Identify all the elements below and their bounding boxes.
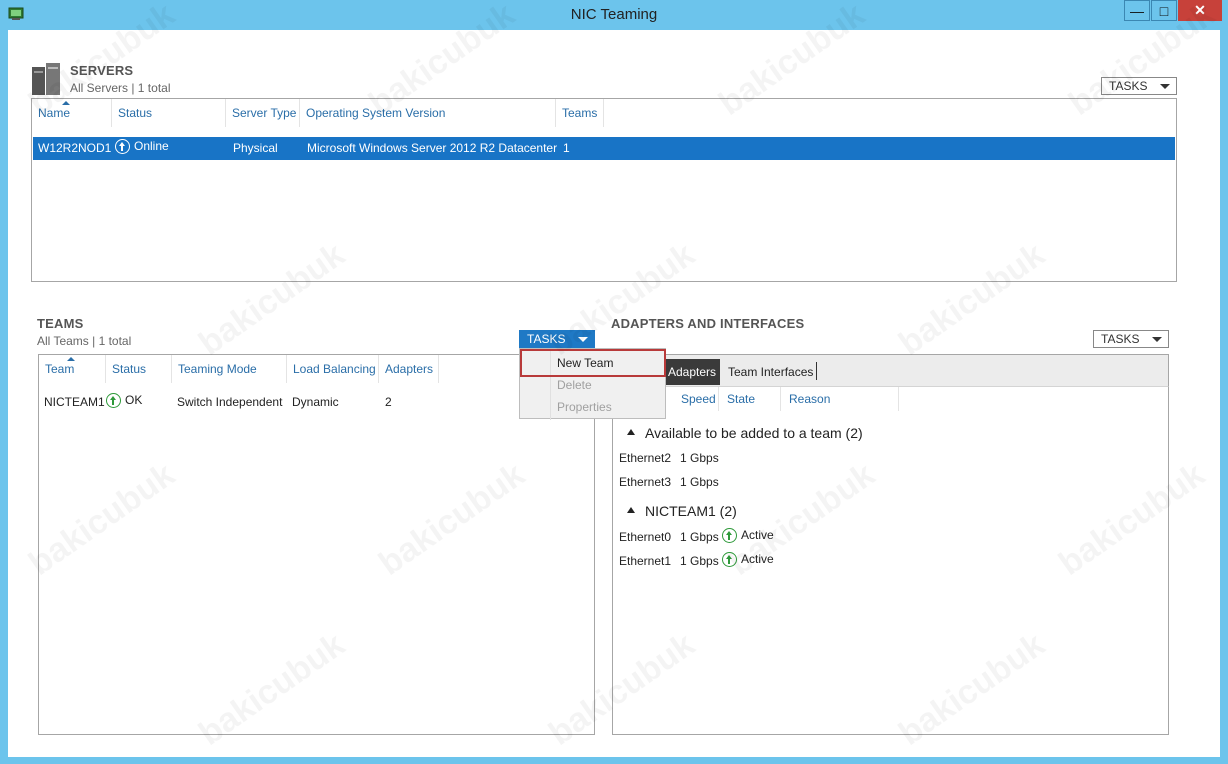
- server-status: Online: [115, 139, 169, 155]
- active-status-icon: [722, 528, 737, 544]
- adapter-state: Active: [722, 528, 774, 544]
- adapter-state: Active: [722, 552, 774, 568]
- teams-col-adapters[interactable]: Adapters: [379, 355, 439, 383]
- teams-col-teaming-mode[interactable]: Teaming Mode: [172, 355, 287, 383]
- adapters-tabstrip: Adapters Team Interfaces: [613, 354, 1169, 386]
- servers-col-status[interactable]: Status: [112, 99, 226, 127]
- teams-col-load-balancing[interactable]: Load Balancing: [287, 355, 379, 383]
- online-status-icon: [115, 139, 130, 155]
- team-status: OK: [106, 393, 142, 409]
- chevron-down-icon: [1152, 337, 1162, 342]
- teams-tasks-button[interactable]: TASKS: [519, 330, 595, 348]
- team-balancing: Dynamic: [292, 395, 339, 409]
- servers-tasks-label: TASKS: [1109, 79, 1148, 93]
- team-mode: Switch Independent: [177, 395, 283, 409]
- adapters-tasks-button[interactable]: TASKS: [1093, 330, 1169, 348]
- ok-status-icon: [106, 393, 121, 409]
- menu-item-properties[interactable]: Properties: [557, 400, 612, 414]
- teams-col-team[interactable]: Team: [39, 355, 106, 383]
- teams-tasks-menu: New Team Delete Properties: [519, 348, 666, 420]
- teams-col-status[interactable]: Status: [106, 355, 172, 383]
- teams-subtitle: All Teams | 1 total: [37, 334, 132, 348]
- adapters-col-reason[interactable]: Reason: [783, 387, 899, 411]
- group-header-available[interactable]: Available to be added to a team (2): [627, 425, 863, 441]
- servers-col-server-type[interactable]: Server Type: [226, 99, 300, 127]
- servers-table: Name Status Server Type Operating System…: [31, 98, 1177, 282]
- server-teams: 1: [563, 141, 570, 155]
- server-name: W12R2NOD1: [38, 141, 112, 155]
- sort-ascending-icon: [67, 357, 75, 361]
- adapters-table: Speed State Reason Available to be added…: [612, 386, 1169, 735]
- adapter-speed: 1 Gbps: [680, 530, 719, 544]
- servers-col-name[interactable]: Name: [32, 99, 112, 127]
- adapters-col-speed[interactable]: Speed: [675, 387, 719, 411]
- servers-col-teams[interactable]: Teams: [556, 99, 604, 127]
- servers-icon: [32, 63, 60, 95]
- servers-tasks-button[interactable]: TASKS: [1101, 77, 1177, 95]
- adapter-speed: 1 Gbps: [680, 475, 719, 489]
- servers-subtitle: All Servers | 1 total: [70, 81, 171, 95]
- adapter-name[interactable]: Ethernet1: [619, 554, 671, 568]
- teams-title: TEAMS: [37, 316, 84, 331]
- close-button[interactable]: ✕: [1178, 0, 1222, 21]
- group-header-nicteam1[interactable]: NICTEAM1 (2): [627, 503, 737, 519]
- adapters-tasks-label: TASKS: [1101, 332, 1140, 346]
- collapse-triangle-icon: [627, 507, 635, 514]
- servers-col-os[interactable]: Operating System Version: [300, 99, 556, 127]
- window-title: NIC Teaming: [570, 6, 658, 23]
- chevron-down-icon: [1160, 84, 1170, 89]
- adapter-speed: 1 Gbps: [680, 451, 719, 465]
- adapters-title: ADAPTERS AND INTERFACES: [611, 316, 805, 331]
- window-frame: NIC Teaming — □ ✕ SERVERS All Servers | …: [0, 0, 1228, 764]
- team-adapters: 2: [385, 395, 392, 409]
- adapters-col-state[interactable]: State: [721, 387, 781, 411]
- teams-table: Team Status Teaming Mode Load Balancing …: [38, 354, 595, 735]
- adapter-speed: 1 Gbps: [680, 554, 719, 568]
- client-area: SERVERS All Servers | 1 total TASKS Name…: [8, 0, 1222, 757]
- tab-team-interfaces[interactable]: Team Interfaces: [724, 359, 817, 385]
- title-bar[interactable]: NIC Teaming — □ ✕: [0, 0, 1228, 29]
- chevron-down-icon: [578, 337, 588, 342]
- menu-item-delete[interactable]: Delete: [557, 378, 592, 392]
- teams-tasks-label: TASKS: [527, 332, 566, 346]
- adapter-name[interactable]: Ethernet3: [619, 475, 671, 489]
- minimize-button[interactable]: —: [1124, 0, 1150, 21]
- tab-adapters[interactable]: Adapters: [664, 359, 721, 385]
- collapse-triangle-icon: [627, 429, 635, 436]
- server-type: Physical: [233, 141, 278, 155]
- servers-title: SERVERS: [70, 63, 134, 78]
- adapter-name[interactable]: Ethernet0: [619, 530, 671, 544]
- server-os: Microsoft Windows Server 2012 R2 Datacen…: [307, 141, 558, 155]
- table-row[interactable]: W12R2NOD1 Online Physical Microsoft Wind…: [33, 137, 1175, 160]
- sort-ascending-icon: [62, 101, 70, 105]
- tab-divider: [816, 362, 817, 380]
- adapter-name[interactable]: Ethernet2: [619, 451, 671, 465]
- team-name[interactable]: NICTEAM1: [44, 395, 105, 409]
- active-status-icon: [722, 552, 737, 568]
- maximize-button[interactable]: □: [1151, 0, 1177, 21]
- highlight-box: [520, 349, 666, 377]
